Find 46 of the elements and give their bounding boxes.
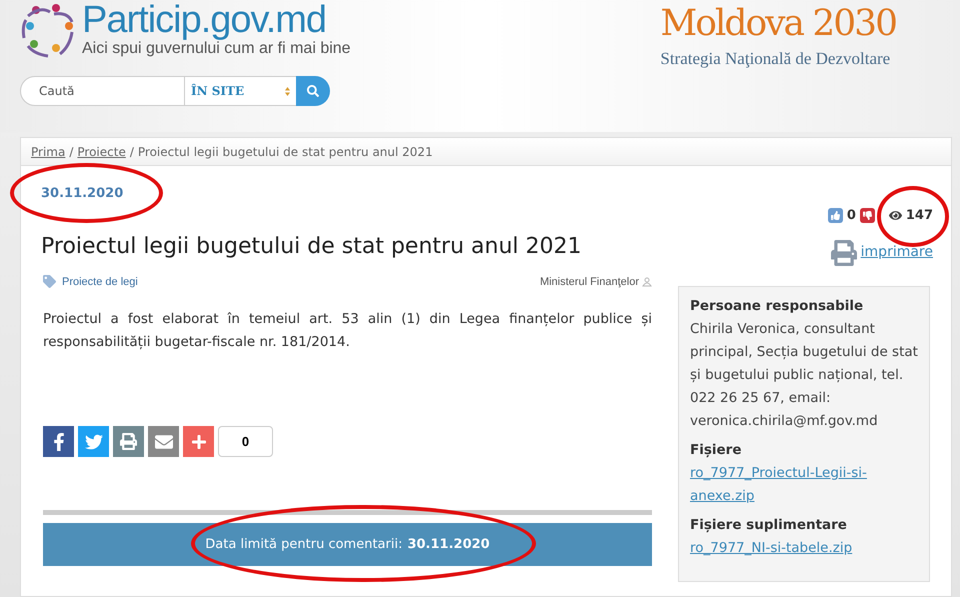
file-link[interactable]: ro_7977_Proiectul-Legii-si-anexe.zip — [690, 462, 918, 508]
twitter-button[interactable] — [78, 426, 109, 457]
breadcrumb-link[interactable]: Proiecte — [77, 142, 126, 160]
date-label: 30.11.2020 — [41, 186, 124, 201]
author-label: Ministerul Finanţelor — [540, 274, 639, 290]
envelope-icon — [154, 432, 172, 450]
search-field[interactable]: Caută — [20, 76, 185, 106]
breadcrumb-current: Proiectul legii bugetului de stat pentru anul 2021 — [138, 144, 433, 160]
section-heading: Fișiere suplimentare — [690, 516, 848, 534]
scope-select[interactable]: ÎN SITE — [185, 76, 296, 106]
plus-icon — [190, 434, 206, 450]
share-more-button[interactable] — [183, 426, 214, 457]
breadcrumb-link[interactable]: Prima — [31, 142, 66, 160]
eye-icon — [888, 209, 902, 222]
printer-icon — [120, 433, 137, 450]
banner-subtitle: Strategia Naţională de Dezvoltare — [660, 48, 890, 70]
bird-icon — [84, 432, 102, 450]
deadline-date: 30.11.2020 — [407, 536, 490, 554]
sort-arrows-icon — [285, 86, 290, 96]
facebook-button[interactable] — [43, 426, 74, 457]
banner-title: Moldova 2030 — [660, 2, 896, 46]
printer-icon — [830, 240, 857, 266]
views-count: 147 — [906, 207, 933, 225]
thumbs-up-icon[interactable] — [828, 208, 843, 224]
email-button[interactable] — [148, 426, 179, 457]
site-tagline: Aici spui guvernului cum ar fi mai bine — [82, 40, 351, 58]
page-title: Proiectul legii bugetului de stat pentru anul 2021 — [41, 233, 582, 261]
body-paragraph: Proiectul a fost elaborat în temeiul art. 53 alin (1) din Legea finanțelor publice și responsabilității bugetar-fiscale nr. 181/2014. — [43, 310, 652, 352]
contact-text: Chirila Veronica, consultant principal, Secția bugetului de stat și bugetului public național, tel. 022 26 25 67, email: veronica.chirila@mf.gov.md — [690, 320, 918, 430]
site-name[interactable]: Particip.gov.md — [82, 0, 351, 40]
search-button[interactable] — [296, 76, 330, 106]
breadcrumb-separator: / — [69, 144, 74, 160]
print-button[interactable] — [113, 426, 144, 457]
share-count: 0 — [218, 426, 273, 457]
category-link[interactable]: Proiecte de legi — [62, 274, 138, 290]
section-heading: Fișiere — [690, 440, 742, 460]
tag-icon — [43, 275, 56, 288]
print-link[interactable]: imprimare — [860, 242, 933, 263]
deadline-label: Data limită pentru comentarii: — [205, 536, 402, 554]
search-icon — [307, 85, 319, 97]
likes-count: 0 — [846, 207, 856, 225]
breadcrumb-separator: / — [130, 144, 134, 160]
thumbs-down-icon[interactable] — [860, 208, 875, 224]
file-link[interactable]: ro_7977_NI-si-tabele.zip — [690, 536, 918, 560]
section-heading: Persoane responsabile — [690, 296, 864, 316]
person-icon — [642, 276, 652, 287]
